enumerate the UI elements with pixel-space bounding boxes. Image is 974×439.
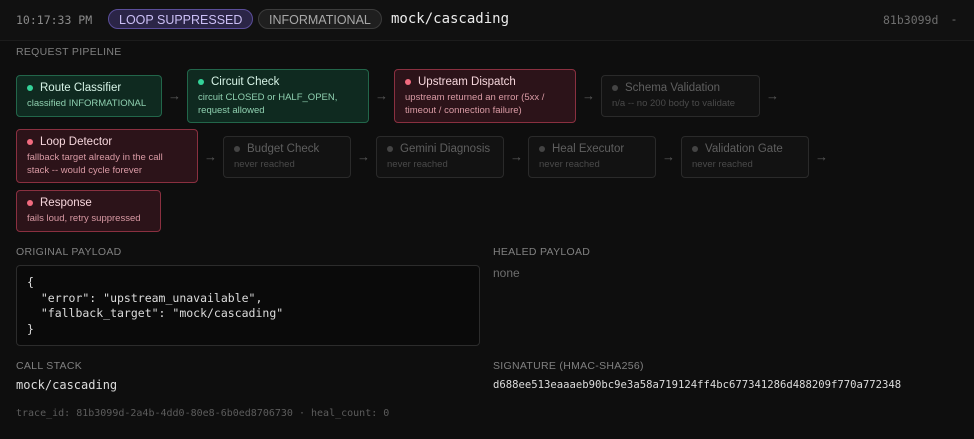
status-dot-icon xyxy=(27,139,33,145)
status-dot-icon xyxy=(27,85,33,91)
arrow-icon: → xyxy=(662,149,675,164)
step-title: Validation Gate xyxy=(705,143,783,155)
step-title: Heal Executor xyxy=(552,143,625,155)
step-desc: never reached xyxy=(234,159,295,170)
arrow-icon: → xyxy=(815,149,828,164)
status-dot-icon xyxy=(612,85,618,91)
step-desc: circuit CLOSED or HALF_OPEN, request all… xyxy=(198,92,338,116)
pipeline-step-response[interactable]: Response fails loud, retry suppressed xyxy=(16,190,161,232)
trace-footer: trace_id: 81b3099d-2a4b-4dd0-80e8-6b0ed8… xyxy=(16,408,390,419)
call-stack-label: CALL STACK xyxy=(16,360,83,372)
pipeline-step-schema-validation[interactable]: Schema Validation n/a -- no 200 body to … xyxy=(601,75,760,117)
step-title: Schema Validation xyxy=(625,82,721,94)
route-class-badge: INFORMATIONAL xyxy=(258,9,382,29)
status-badge-loop-suppressed: LOOP SUPPRESSED xyxy=(108,9,254,29)
header-dash: - xyxy=(952,12,956,26)
pipeline-step-budget-check[interactable]: Budget Check never reached xyxy=(223,136,351,178)
status-dot-icon xyxy=(198,79,204,85)
pipeline-step-circuit-check[interactable]: Circuit Check circuit CLOSED or HALF_OPE… xyxy=(187,69,369,123)
trace-id-short: 81b3099d xyxy=(883,13,939,27)
pipeline-step-validation-gate[interactable]: Validation Gate never reached xyxy=(681,136,809,178)
step-desc: upstream returned an error (5xx / timeou… xyxy=(405,92,545,116)
status-dot-icon xyxy=(27,200,33,206)
arrow-icon: → xyxy=(766,88,779,103)
step-title: Loop Detector xyxy=(40,136,113,148)
step-desc: n/a -- no 200 body to validate xyxy=(612,98,736,109)
original-payload-label: ORIGINAL PAYLOAD xyxy=(16,246,122,258)
arrow-icon: → xyxy=(582,88,595,103)
pipeline-step-heal-executor[interactable]: Heal Executor never reached xyxy=(528,136,656,178)
timestamp: 10:17:33 PM xyxy=(16,13,93,27)
status-dot-icon xyxy=(387,146,393,152)
step-title: Gemini Diagnosis xyxy=(400,143,491,155)
step-title: Upstream Dispatch xyxy=(418,76,516,88)
arrow-icon: → xyxy=(204,149,217,164)
pipeline-step-upstream-dispatch[interactable]: Upstream Dispatch upstream returned an e… xyxy=(394,69,576,123)
healed-payload-label: HEALED PAYLOAD xyxy=(493,246,591,258)
step-title: Circuit Check xyxy=(211,76,280,88)
pipeline-step-gemini-diagnosis[interactable]: Gemini Diagnosis never reached xyxy=(376,136,504,178)
status-dot-icon xyxy=(234,146,240,152)
status-dot-icon xyxy=(405,79,411,85)
original-payload-code[interactable]: { "error": "upstream_unavailable", "fall… xyxy=(16,265,480,346)
step-title: Route Classifier xyxy=(40,82,122,94)
step-title: Response xyxy=(40,197,92,209)
arrow-icon: → xyxy=(375,88,388,103)
pipeline-label: REQUEST PIPELINE xyxy=(16,46,122,58)
signature-label: SIGNATURE (HMAC-SHA256) xyxy=(493,360,644,372)
status-dot-icon xyxy=(692,146,698,152)
step-desc: classified INFORMATIONAL xyxy=(27,98,147,109)
arrow-icon: → xyxy=(510,149,523,164)
route-name: mock/cascading xyxy=(391,11,510,27)
step-title: Budget Check xyxy=(247,143,320,155)
step-desc: never reached xyxy=(387,159,448,170)
status-dot-icon xyxy=(539,146,545,152)
signature-value: d688ee513eaaaeb90bc9e3a58a719124ff4bc677… xyxy=(493,379,902,391)
step-desc: fallback target already in the call stac… xyxy=(27,152,163,176)
step-desc: fails loud, retry suppressed xyxy=(27,213,141,224)
pipeline-step-loop-detector[interactable]: Loop Detector fallback target already in… xyxy=(16,129,198,183)
arrow-icon: → xyxy=(168,88,181,103)
step-desc: never reached xyxy=(539,159,600,170)
pipeline-step-route-classifier[interactable]: Route Classifier classified INFORMATIONA… xyxy=(16,75,162,117)
healed-payload-value: none xyxy=(493,266,520,280)
step-desc: never reached xyxy=(692,159,753,170)
header-bar: 10:17:33 PM LOOP SUPPRESSED INFORMATIONA… xyxy=(0,0,974,41)
call-stack-value: mock/cascading xyxy=(16,378,118,392)
arrow-icon: → xyxy=(357,149,370,164)
